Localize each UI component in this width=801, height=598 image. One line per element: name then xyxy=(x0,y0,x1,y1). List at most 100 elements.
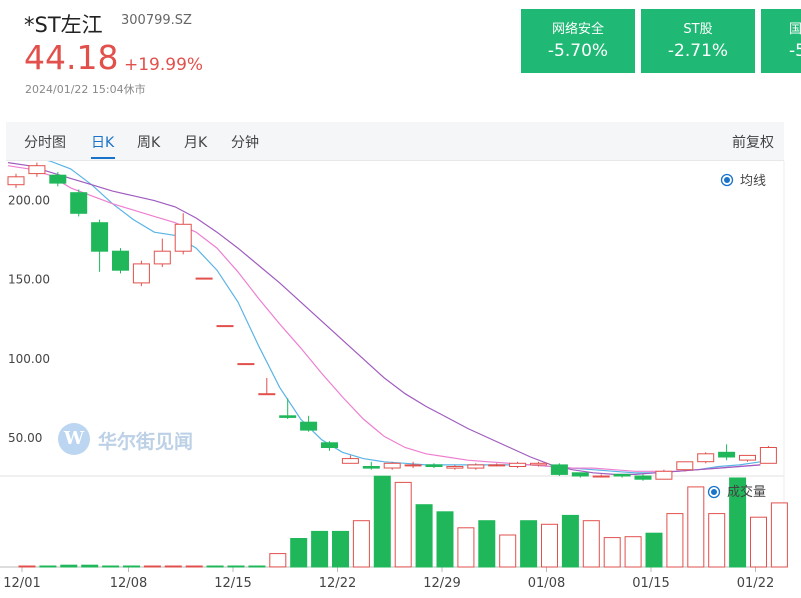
candle-body xyxy=(488,464,506,467)
volume-bar xyxy=(541,523,558,568)
volume-bar xyxy=(415,504,433,568)
volume-bar xyxy=(457,527,475,568)
candle-body xyxy=(759,447,777,464)
chart-area: 200.00 150.00 100.00 50.00 12/01 12/08 12/15 1… xyxy=(0,161,801,598)
volume-bar xyxy=(624,536,642,568)
candle-body xyxy=(237,363,255,366)
candle-body xyxy=(404,464,422,467)
volume-bars xyxy=(18,475,788,568)
tab-daily-k[interactable]: 日K xyxy=(91,132,114,152)
x-ticks: 12/01 12/08 12/15 12/22 12/29 01/08 01/15 01/22 xyxy=(3,567,774,591)
volume-bar xyxy=(394,481,412,568)
candle-body xyxy=(383,462,401,469)
volume-bar xyxy=(582,520,600,568)
volume-bar xyxy=(18,565,36,568)
x-tick-label: 12/01 xyxy=(3,576,40,591)
x-tick-label: 12/29 xyxy=(423,576,460,591)
candle-body xyxy=(321,442,338,448)
active-tab-indicator xyxy=(91,157,115,159)
volume-bar xyxy=(603,537,621,568)
y-tick-label: 100.00 xyxy=(8,352,50,366)
x-tick-label: 01/08 xyxy=(528,576,565,591)
candle-body xyxy=(718,451,736,458)
quote-time: 2024/01/22 15:04休市 xyxy=(25,83,146,96)
sector-card-name: 网络安全 xyxy=(551,22,604,37)
volume-bar xyxy=(770,502,788,568)
y-tick-label: 50.00 xyxy=(8,431,42,445)
volume-bar xyxy=(269,553,287,568)
volume-bar xyxy=(164,565,182,568)
volume-bar xyxy=(60,564,78,568)
candle-body xyxy=(91,222,109,252)
sector-card-network-security[interactable]: 网络安全 -5.70% xyxy=(521,9,635,73)
volume-bar xyxy=(143,565,161,568)
candle-body xyxy=(300,421,318,431)
candle-body xyxy=(509,462,527,467)
candle-body xyxy=(132,263,150,284)
candle-body xyxy=(655,470,673,480)
volume-legend[interactable]: 成交量 xyxy=(707,484,767,500)
candle-body xyxy=(467,464,485,469)
candle-body xyxy=(739,454,756,461)
volume-bar xyxy=(290,538,308,568)
candle-body xyxy=(341,458,359,464)
volume-legend-dot xyxy=(711,489,717,495)
ma-legend-label: 均线 xyxy=(740,174,766,189)
ma-legend[interactable]: 均线 xyxy=(720,173,767,189)
volume-bar xyxy=(352,520,370,568)
sector-card-name: 国 xyxy=(789,22,801,37)
volume-bar xyxy=(373,475,391,568)
volume-bar xyxy=(81,564,99,568)
candle-body xyxy=(550,464,568,475)
candle-body xyxy=(112,250,129,271)
volume-bar xyxy=(436,511,454,568)
y-tick-label: 150.00 xyxy=(8,273,50,287)
volume-bar xyxy=(520,520,538,568)
sector-card-value: -2.71% xyxy=(667,41,729,61)
candle-body xyxy=(571,472,589,477)
sector-card-value: -5.70% xyxy=(547,41,609,61)
candle-body xyxy=(592,475,610,478)
adjust-selector[interactable]: 前复权 xyxy=(732,132,774,152)
volume-legend-label: 成交量 xyxy=(727,484,766,500)
volume-bar xyxy=(645,532,663,568)
sector-card-st[interactable]: ST股 -2.71% xyxy=(641,9,755,73)
candle-body xyxy=(279,415,297,418)
candle-body xyxy=(195,277,213,280)
volume-bar xyxy=(311,530,329,568)
ma-line xyxy=(7,165,761,472)
tab-minute[interactable]: 分钟 xyxy=(231,132,259,152)
candle-body xyxy=(174,223,192,252)
stock-price: 44.18 xyxy=(24,38,119,77)
volume-bar xyxy=(750,516,767,568)
volume-bar xyxy=(332,530,349,568)
volume-bar xyxy=(123,565,140,568)
candle-body xyxy=(28,165,46,175)
candle-body xyxy=(446,466,464,469)
volume-bar xyxy=(708,513,726,568)
watermark-text: 华尔街见闻 xyxy=(98,431,194,453)
sector-card-third[interactable]: 国 -5 xyxy=(761,9,801,73)
tab-intraday[interactable]: 分时图 xyxy=(24,132,66,152)
candle-body xyxy=(216,325,234,328)
volume-bar xyxy=(248,565,266,568)
x-tick-label: 12/08 xyxy=(110,576,147,591)
sector-card-value: -5 xyxy=(789,41,801,61)
candle-body xyxy=(49,174,67,184)
volume-bar xyxy=(185,565,203,568)
x-tick-label: 01/15 xyxy=(632,576,669,591)
ma-legend-dot xyxy=(724,177,730,183)
stock-name: *ST左江 xyxy=(24,13,103,37)
candle-body xyxy=(362,466,380,469)
y-ticks: 200.00 150.00 100.00 50.00 xyxy=(8,194,50,445)
x-tick-label: 12/15 xyxy=(214,576,251,591)
sector-card-name: ST股 xyxy=(683,22,713,37)
tab-monthly-k[interactable]: 月K xyxy=(184,132,207,152)
volume-bar xyxy=(206,565,224,568)
x-tick-label: 01/22 xyxy=(737,576,774,591)
stock-change: +19.99% xyxy=(124,55,204,75)
stock-header: *ST左江 300799.SZ 44.18 +19.99% 2024/01/22… xyxy=(0,0,801,122)
candle-body xyxy=(70,192,88,214)
tab-weekly-k[interactable]: 周K xyxy=(137,132,160,152)
volume-bar xyxy=(666,513,684,568)
